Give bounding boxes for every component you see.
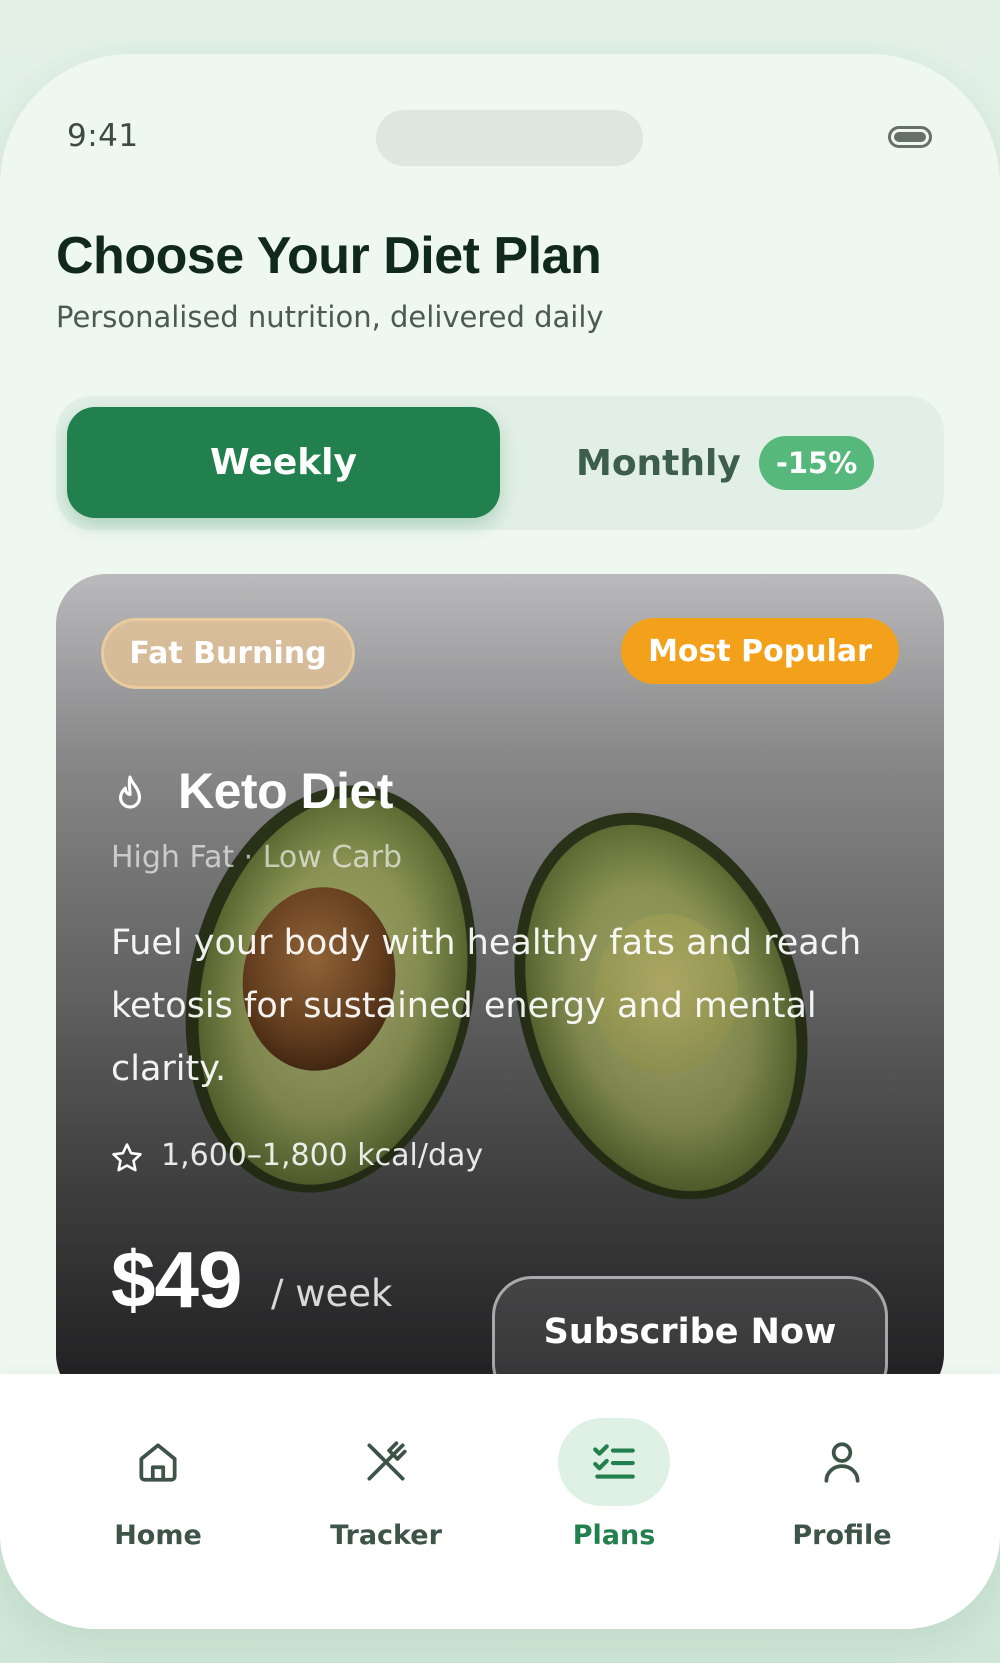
- page-title: Choose Your Diet Plan: [56, 227, 602, 285]
- monthly-label: Monthly: [576, 442, 741, 484]
- plan-card[interactable]: Fat Burning Most Popular Keto Diet High …: [56, 574, 944, 1404]
- calorie-range: 1,600–1,800 kcal/day: [161, 1138, 484, 1173]
- plan-macros: High Fat · Low Carb: [111, 840, 403, 875]
- nav-item-profile[interactable]: Profile: [732, 1374, 952, 1574]
- weekly-toggle-button[interactable]: Weekly: [67, 407, 500, 518]
- dynamic-island: [376, 110, 643, 166]
- fat-burning-tag: Fat Burning: [101, 618, 355, 689]
- nav-item-home[interactable]: Home: [48, 1374, 268, 1574]
- nav-label-tracker: Tracker: [330, 1520, 442, 1551]
- price-period: / week: [271, 1272, 393, 1315]
- flame-icon: [119, 775, 141, 809]
- nav-label-home: Home: [114, 1520, 202, 1551]
- plan-name: Keto Diet: [178, 763, 393, 819]
- home-icon: [139, 1443, 177, 1482]
- status-bar: 9:41: [0, 54, 1000, 174]
- page-subtitle: Personalised nutrition, delivered daily: [56, 300, 604, 334]
- phone-screen: 9:41 Choose Your Diet Plan Personalised …: [0, 54, 1000, 1629]
- nav-label-profile: Profile: [792, 1520, 892, 1551]
- subscribe-button-label: Subscribe Now: [543, 1312, 837, 1352]
- star-icon: [112, 1143, 142, 1172]
- nav-item-plans[interactable]: Plans: [504, 1374, 724, 1574]
- plan-description: Fuel your body with healthy fats and rea…: [111, 923, 862, 1089]
- discount-badge: -15%: [758, 436, 875, 490]
- status-time: 9:41: [67, 118, 139, 154]
- billing-period-toggle: Weekly Monthly -15%: [56, 396, 944, 530]
- bottom-navigation: Home Tracker Plans Profile: [0, 1374, 1000, 1629]
- utensils-icon: [367, 1441, 407, 1481]
- most-popular-badge: Most Popular: [621, 618, 899, 684]
- checklist-icon: [593, 1444, 635, 1479]
- plan-price: $49: [111, 1235, 242, 1324]
- user-icon: [824, 1442, 860, 1483]
- nav-label-plans: Plans: [572, 1520, 656, 1551]
- nav-item-tracker[interactable]: Tracker: [276, 1374, 496, 1574]
- monthly-toggle-button[interactable]: Monthly -15%: [576, 420, 875, 506]
- battery-icon: [888, 126, 932, 148]
